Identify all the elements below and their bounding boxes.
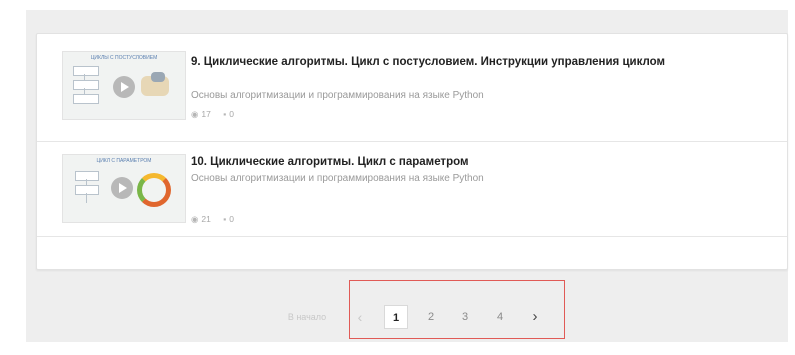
flowchart-connector bbox=[86, 179, 87, 185]
page: ЦИКЛЫ С ПОСТУСЛОВИЕМ 9. Циклические алго… bbox=[0, 0, 795, 355]
page-1-button[interactable]: 1 bbox=[384, 305, 408, 329]
views-count: ◉ 17 bbox=[191, 109, 211, 120]
lesson-item[interactable]: ЦИКЛЫ С ПОСТУСЛОВИЕМ 9. Циклические алго… bbox=[37, 42, 787, 142]
thumbnail-caption: ЦИКЛ С ПАРАМЕТРОМ bbox=[96, 158, 152, 164]
page-3-button[interactable]: 3 bbox=[453, 305, 477, 329]
lesson-thumbnail[interactable]: ЦИКЛЫ С ПОСТУСЛОВИЕМ bbox=[62, 51, 186, 120]
comments-value: 0 bbox=[229, 214, 235, 224]
flowchart-connector bbox=[84, 74, 85, 80]
comments-count: ▪ 0 bbox=[223, 214, 234, 224]
comments-value: 0 bbox=[229, 109, 235, 119]
views-value: 17 bbox=[201, 109, 211, 119]
page-4-button[interactable]: 4 bbox=[488, 305, 512, 329]
course-name: Основы алгоритмизации и программирования… bbox=[191, 173, 484, 184]
page-2-button[interactable]: 2 bbox=[419, 305, 443, 329]
illustration-image bbox=[141, 72, 169, 96]
flowchart-block bbox=[75, 171, 99, 181]
pagination-prev-button[interactable]: ‹ bbox=[353, 305, 367, 329]
flowchart-connector bbox=[84, 88, 85, 94]
flowchart-block bbox=[75, 185, 99, 195]
pagination-next-button[interactable]: › bbox=[527, 305, 543, 329]
eye-icon: ◉ bbox=[191, 109, 199, 119]
views-value: 21 bbox=[201, 214, 211, 224]
course-name: Основы алгоритмизации и программирования… bbox=[191, 90, 484, 101]
comments-count: ▪ 0 bbox=[223, 109, 234, 119]
lesson-item[interactable]: ЦИКЛ С ПАРАМЕТРОМ 10. Циклические алгори… bbox=[37, 141, 787, 242]
lesson-title[interactable]: 9. Циклические алгоритмы. Цикл с постусл… bbox=[191, 54, 751, 70]
comment-icon: ▪ bbox=[223, 109, 227, 119]
comment-icon: ▪ bbox=[223, 214, 227, 224]
cycle-diagram bbox=[137, 173, 171, 207]
thumbnail-caption: ЦИКЛЫ С ПОСТУСЛОВИЕМ bbox=[90, 55, 158, 61]
pagination-start-button[interactable]: В начало bbox=[276, 305, 338, 329]
lesson-thumbnail[interactable]: ЦИКЛ С ПАРАМЕТРОМ bbox=[62, 154, 186, 223]
eye-icon: ◉ bbox=[191, 214, 199, 224]
list-divider bbox=[37, 236, 787, 237]
flowchart-block bbox=[73, 66, 99, 76]
lessons-list: ЦИКЛЫ С ПОСТУСЛОВИЕМ 9. Циклические алго… bbox=[36, 33, 788, 270]
lesson-stats: ◉ 17 ▪ 0 bbox=[191, 109, 244, 120]
play-icon[interactable] bbox=[111, 177, 133, 199]
lesson-stats: ◉ 21 ▪ 0 bbox=[191, 214, 244, 225]
play-icon[interactable] bbox=[113, 76, 135, 98]
flowchart-block bbox=[73, 80, 99, 90]
views-count: ◉ 21 bbox=[191, 214, 211, 225]
flowchart-block bbox=[73, 94, 99, 104]
flowchart-connector bbox=[86, 193, 87, 203]
lesson-title[interactable]: 10. Циклические алгоритмы. Цикл с параме… bbox=[191, 154, 751, 170]
